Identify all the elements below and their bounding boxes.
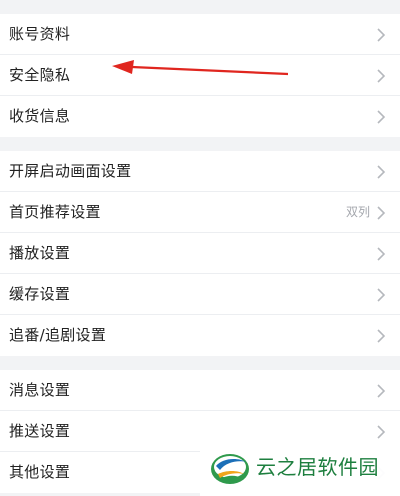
chevron-right-icon bbox=[377, 384, 386, 398]
settings-row-playback[interactable]: 播放设置 bbox=[0, 233, 400, 274]
settings-row-label: 首页推荐设置 bbox=[9, 203, 101, 221]
settings-row-label: 账号资料 bbox=[9, 25, 71, 43]
chevron-right-icon bbox=[377, 206, 386, 220]
chevron-right-icon bbox=[377, 288, 386, 302]
settings-row-cache[interactable]: 缓存设置 bbox=[0, 274, 400, 315]
settings-row-label: 推送设置 bbox=[9, 422, 71, 440]
settings-row-label: 开屏启动画面设置 bbox=[9, 162, 132, 180]
chevron-right-icon bbox=[377, 329, 386, 343]
settings-row-follow-series[interactable]: 追番/追剧设置 bbox=[0, 315, 400, 356]
watermark-text: 云之居软件园 bbox=[256, 455, 379, 479]
settings-row-label: 安全隐私 bbox=[9, 66, 71, 84]
settings-row-splash-screen[interactable]: 开屏启动画面设置 bbox=[0, 151, 400, 192]
settings-row-account-profile[interactable]: 账号资料 bbox=[0, 14, 400, 55]
settings-row-value: 双列 bbox=[345, 205, 370, 219]
watermark: 云之居软件园 bbox=[200, 440, 400, 496]
settings-page: 账号资料 安全隐私 收货信息 开屏启动画面设置 首页推荐设置 双列 播放设置 缓… bbox=[0, 0, 400, 496]
chevron-right-icon bbox=[377, 69, 386, 83]
settings-row-homepage-recommend[interactable]: 首页推荐设置 双列 bbox=[0, 192, 400, 233]
app-settings-group: 开屏启动画面设置 首页推荐设置 双列 播放设置 缓存设置 追番/追剧设置 bbox=[0, 151, 400, 356]
settings-row-label: 追番/追剧设置 bbox=[9, 326, 107, 344]
settings-row-label: 收货信息 bbox=[9, 107, 71, 125]
chevron-right-icon bbox=[377, 247, 386, 261]
chevron-right-icon bbox=[377, 110, 386, 124]
settings-row-label: 消息设置 bbox=[9, 381, 71, 399]
settings-row-label: 其他设置 bbox=[9, 463, 71, 481]
chevron-right-icon bbox=[377, 165, 386, 179]
settings-row-label: 播放设置 bbox=[9, 244, 71, 262]
chevron-right-icon bbox=[377, 28, 386, 42]
chevron-right-icon bbox=[377, 425, 386, 439]
settings-row-label: 缓存设置 bbox=[9, 285, 71, 303]
settings-row-shipping-info[interactable]: 收货信息 bbox=[0, 96, 400, 137]
account-settings-group: 账号资料 安全隐私 收货信息 bbox=[0, 14, 400, 137]
yunzhiju-logo-icon bbox=[211, 454, 249, 484]
settings-row-message[interactable]: 消息设置 bbox=[0, 370, 400, 411]
settings-row-security-privacy[interactable]: 安全隐私 bbox=[0, 55, 400, 96]
